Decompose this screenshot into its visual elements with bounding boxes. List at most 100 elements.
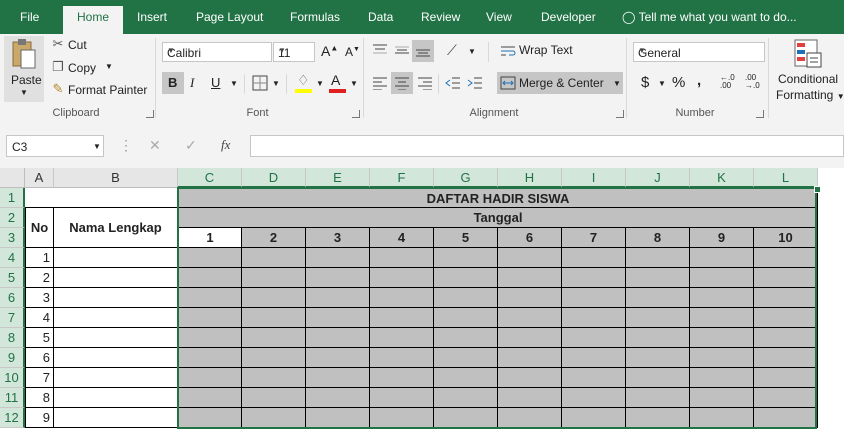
attendance-cell[interactable] [754,248,818,268]
conditional-formatting-button[interactable]: Conditional Formatting ▼ [772,36,844,106]
align-right-icon[interactable] [417,76,433,90]
attendance-cell[interactable] [690,308,754,328]
tab-developer[interactable]: Developer [541,10,596,24]
column-header-e[interactable]: E [306,168,370,188]
dialog-launcher-icon[interactable] [146,110,154,118]
attendance-cell[interactable] [306,328,370,348]
attendance-cell[interactable] [434,408,498,428]
attendance-cell[interactable] [306,388,370,408]
name-header-cell[interactable]: Nama Lengkap [54,208,178,248]
column-header-j[interactable]: J [626,168,690,188]
tab-formulas[interactable]: Formulas [290,10,340,24]
attendance-cell[interactable] [690,328,754,348]
attendance-cell[interactable] [306,248,370,268]
day-header-9[interactable]: 9 [690,228,754,248]
attendance-cell[interactable] [562,388,626,408]
attendance-cell[interactable] [754,368,818,388]
attendance-cell[interactable] [498,408,562,428]
row-header-11[interactable]: 11 [0,388,25,408]
name-cell-2[interactable] [54,268,178,288]
row-header-1[interactable]: 1 [0,188,25,208]
attendance-cell[interactable] [306,288,370,308]
name-cell-9[interactable] [54,408,178,428]
attendance-cell[interactable] [370,408,434,428]
attendance-cell[interactable] [690,388,754,408]
orientation-icon[interactable]: ⟋ [447,42,457,59]
day-header-8[interactable]: 8 [626,228,690,248]
attendance-cell[interactable] [242,248,306,268]
attendance-cell[interactable] [178,368,242,388]
day-header-2[interactable]: 2 [242,228,306,248]
fill-handle[interactable] [814,186,821,193]
attendance-cell[interactable] [434,328,498,348]
insert-function-button[interactable]: fx [221,137,230,153]
attendance-cell[interactable] [626,408,690,428]
tab-page-layout[interactable]: Page Layout [196,10,263,24]
attendance-cell[interactable] [498,248,562,268]
attendance-cell[interactable] [754,308,818,328]
attendance-cell[interactable] [178,248,242,268]
align-top-icon[interactable] [372,43,388,57]
attendance-cell[interactable] [754,268,818,288]
dialog-launcher-icon[interactable] [352,110,360,118]
align-middle-icon[interactable] [394,43,410,57]
paste-button[interactable]: Paste ▼ [4,36,44,102]
column-header-c[interactable]: C [178,168,242,188]
date-header-cell[interactable]: Tanggal [178,208,818,228]
attendance-cell[interactable] [242,308,306,328]
attendance-cell[interactable] [306,268,370,288]
attendance-cell[interactable] [690,348,754,368]
attendance-cell[interactable] [754,328,818,348]
no-header-cell[interactable]: No [25,208,54,248]
attendance-cell[interactable] [562,348,626,368]
chevron-down-icon[interactable]: ▼ [468,47,476,56]
dialog-launcher-icon[interactable] [756,110,764,118]
chevron-down-icon[interactable]: ▼ [350,79,358,88]
attendance-cell[interactable] [370,328,434,348]
no-cell-5[interactable]: 5 [25,328,54,348]
cancel-icon[interactable]: ✕ [149,137,161,154]
increase-decimal-button[interactable]: ←.0 .00 [720,74,742,90]
attendance-cell[interactable] [626,288,690,308]
attendance-cell[interactable] [690,268,754,288]
attendance-cell[interactable] [434,368,498,388]
attendance-cell[interactable] [178,268,242,288]
attendance-cell[interactable] [242,288,306,308]
increase-indent-icon[interactable] [467,76,483,90]
column-header-k[interactable]: K [690,168,754,188]
attendance-cell[interactable] [370,348,434,368]
row-header-3[interactable]: 3 [0,228,25,248]
decrease-decimal-button[interactable]: .00 →.0 [745,74,767,90]
attendance-cell[interactable] [242,408,306,428]
row-header-12[interactable]: 12 [0,408,25,428]
attendance-cell[interactable] [562,248,626,268]
attendance-cell[interactable] [242,368,306,388]
grow-font-button[interactable]: A▲ [321,43,338,59]
tab-review[interactable]: Review [421,10,460,24]
attendance-cell[interactable] [498,288,562,308]
attendance-cell[interactable] [434,388,498,408]
attendance-cell[interactable] [626,368,690,388]
percent-button[interactable]: % [672,74,685,91]
attendance-cell[interactable] [434,268,498,288]
chevron-down-icon[interactable]: ▼ [230,79,238,88]
name-cell-1[interactable] [54,248,178,268]
attendance-cell[interactable] [242,328,306,348]
tell-me-search[interactable]: ◯ Tell me what you want to do... [622,10,797,24]
attendance-cell[interactable] [626,348,690,368]
row-header-6[interactable]: 6 [0,288,25,308]
attendance-cell[interactable] [690,408,754,428]
column-header-a[interactable]: A [25,168,54,188]
attendance-cell[interactable] [626,328,690,348]
attendance-cell[interactable] [178,328,242,348]
name-box[interactable]: C3 ▼ [6,135,104,157]
attendance-cell[interactable] [562,288,626,308]
attendance-cell[interactable] [306,368,370,388]
attendance-cell[interactable] [370,268,434,288]
number-format-select[interactable]: General ▼ [633,42,765,62]
column-header-i[interactable]: I [562,168,626,188]
tab-data[interactable]: Data [368,10,393,24]
border-icon[interactable] [252,75,268,91]
formula-input[interactable] [250,135,844,157]
cut-button[interactable]: Cut [68,38,87,52]
